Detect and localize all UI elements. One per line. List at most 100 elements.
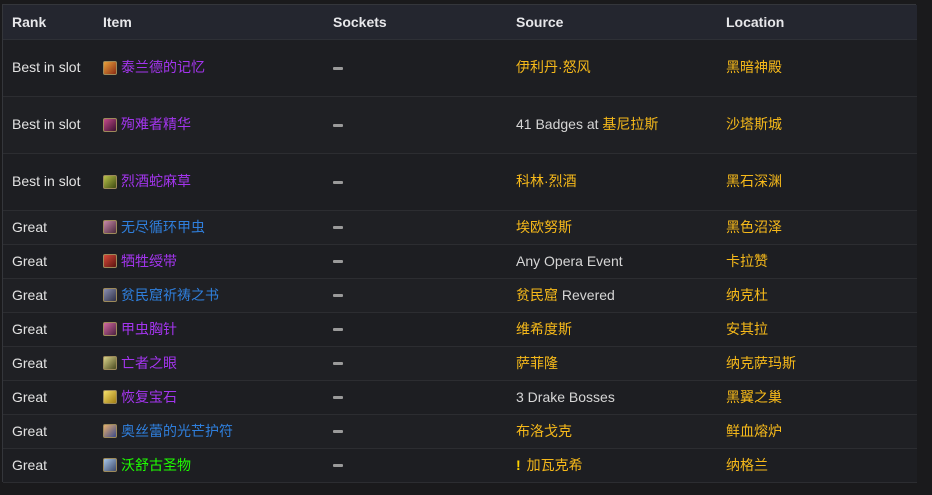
item-link[interactable]: 沃舒古圣物 [103,454,324,477]
tear-icon [103,60,117,75]
item-cell: 沃舒古圣物 [94,448,324,483]
location-link[interactable]: 黑翼之巢 [717,380,917,415]
item-name[interactable]: 奥丝蕾的光芒护符 [121,420,233,443]
item-link[interactable]: 烈酒蛇麻草 [103,170,324,193]
source-text: 41 Badges at [516,116,603,132]
rank-cell: Great [3,210,94,245]
source-link[interactable]: 伊利丹·怒风 [516,59,591,75]
source-link[interactable]: 科林·烈酒 [516,173,577,189]
location-link[interactable]: 沙塔斯城 [717,96,917,154]
location-link[interactable]: 黑暗神殿 [717,39,917,97]
source-link[interactable]: 维希度斯 [516,321,572,337]
column-header-rank[interactable]: Rank [3,5,94,40]
no-sockets-dash [333,66,343,70]
location-link[interactable]: 黑色沼泽 [717,210,917,245]
source-link[interactable]: 埃欧努斯 [516,219,572,235]
no-sockets-dash [333,294,343,298]
page: Rank Item Sockets Source Location Best i… [0,0,932,495]
item-link[interactable]: 无尽循环甲虫 [103,216,324,239]
rank-cell: Best in slot [3,39,94,97]
table-body: Best in slot 泰兰德的记忆 伊利丹·怒风 黑暗神殿 Best in slot… [3,39,917,483]
source-text: 3 Drake Bosses [516,388,615,405]
item-link[interactable]: 亡者之眼 [103,352,324,375]
location-link[interactable]: 黑石深渊 [717,153,917,211]
source-cell: 维希度斯 [507,312,717,347]
bis-table: Rank Item Sockets Source Location Best i… [3,5,917,483]
item-name[interactable]: 沃舒古圣物 [121,454,191,477]
gem-icon [103,390,117,404]
item-link[interactable]: 泰兰德的记忆 [103,56,324,79]
source-cell: 埃欧努斯 [507,210,717,245]
hops-icon [103,174,117,189]
sockets-cell [324,312,507,347]
item-link[interactable]: 恢复宝石 [103,386,324,409]
item-name[interactable]: 贫民窟祈祷之书 [121,284,219,307]
table-row: Best in slot 殉难者精华 41 Badges at 基尼拉斯 沙塔斯城 [3,96,917,154]
sockets-cell [324,96,507,154]
item-cell: 无尽循环甲虫 [94,210,324,245]
rank-cell: Great [3,380,94,415]
talisman-icon [103,424,117,438]
column-header-item[interactable]: Item [94,5,324,40]
ribbon-icon [103,254,117,268]
no-sockets-dash [333,123,343,127]
item-name[interactable]: 殉难者精华 [121,113,191,136]
source-cell: 41 Badges at 基尼拉斯 [507,96,717,154]
location-link[interactable]: 纳克萨玛斯 [717,346,917,381]
rank-cell: Great [3,414,94,449]
column-header-source[interactable]: Source [507,5,717,40]
table-row: Best in slot 烈酒蛇麻草 科林·烈酒 黑石深渊 [3,153,917,211]
sockets-cell [324,448,507,483]
item-name[interactable]: 恢复宝石 [121,386,177,409]
item-cell: 泰兰德的记忆 [94,39,324,97]
table-header-row: Rank Item Sockets Source Location [3,5,917,40]
source-link[interactable]: 布洛戈克 [516,423,572,439]
no-sockets-dash [333,260,343,264]
sockets-cell [324,346,507,381]
bis-table-frame: Rank Item Sockets Source Location Best i… [2,4,917,483]
column-header-sockets[interactable]: Sockets [324,5,507,40]
eye-icon [103,356,117,370]
item-link[interactable]: 奥丝蕾的光芒护符 [103,420,324,443]
location-link[interactable]: 纳克杜 [717,278,917,313]
rank-cell: Best in slot [3,153,94,211]
sockets-cell [324,39,507,97]
table-row: Great 贫民窟祈祷之书 贫民窟 Revered 纳克杜 [3,278,917,313]
book-icon [103,288,117,302]
item-link[interactable]: 甲虫胸针 [103,318,324,341]
item-name[interactable]: 无尽循环甲虫 [121,216,205,239]
source-link[interactable]: 萨菲隆 [516,355,558,371]
item-name[interactable]: 泰兰德的记忆 [121,56,205,79]
rank-cell: Great [3,278,94,313]
column-header-location[interactable]: Location [717,5,917,40]
item-name[interactable]: 牺牲绶带 [121,250,177,273]
location-link[interactable]: 鲜血熔炉 [717,414,917,449]
rank-cell: Great [3,448,94,483]
source-link[interactable]: 加瓦克希 [527,457,583,473]
location-link[interactable]: 纳格兰 [717,448,917,483]
no-sockets-dash [333,226,343,230]
item-name[interactable]: 烈酒蛇麻草 [121,170,191,193]
source-text: Any Opera Event [516,252,623,269]
rank-cell: Great [3,346,94,381]
source-cell: 萨菲隆 [507,346,717,381]
table-row: Great 沃舒古圣物! 加瓦克希 纳格兰 [3,448,917,483]
item-cell: 烈酒蛇麻草 [94,153,324,211]
relic-icon [103,458,117,472]
sockets-cell [324,153,507,211]
source-link[interactable]: 基尼拉斯 [602,116,658,132]
rank-cell: Great [3,244,94,279]
scarab-icon [103,220,117,234]
item-name[interactable]: 甲虫胸针 [121,318,177,341]
location-link[interactable]: 安其拉 [717,312,917,347]
item-link[interactable]: 贫民窟祈祷之书 [103,284,324,307]
table-row: Great 亡者之眼 萨菲隆 纳克萨玛斯 [3,346,917,381]
item-link[interactable]: 殉难者精华 [103,113,324,136]
location-link[interactable]: 卡拉赞 [717,244,917,279]
rank-cell: Best in slot [3,96,94,154]
item-name[interactable]: 亡者之眼 [121,352,177,375]
no-sockets-dash [333,180,343,184]
item-link[interactable]: 牺牲绶带 [103,250,324,273]
source-link[interactable]: 贫民窟 [516,287,558,303]
quest-start-icon: ! [516,456,521,473]
